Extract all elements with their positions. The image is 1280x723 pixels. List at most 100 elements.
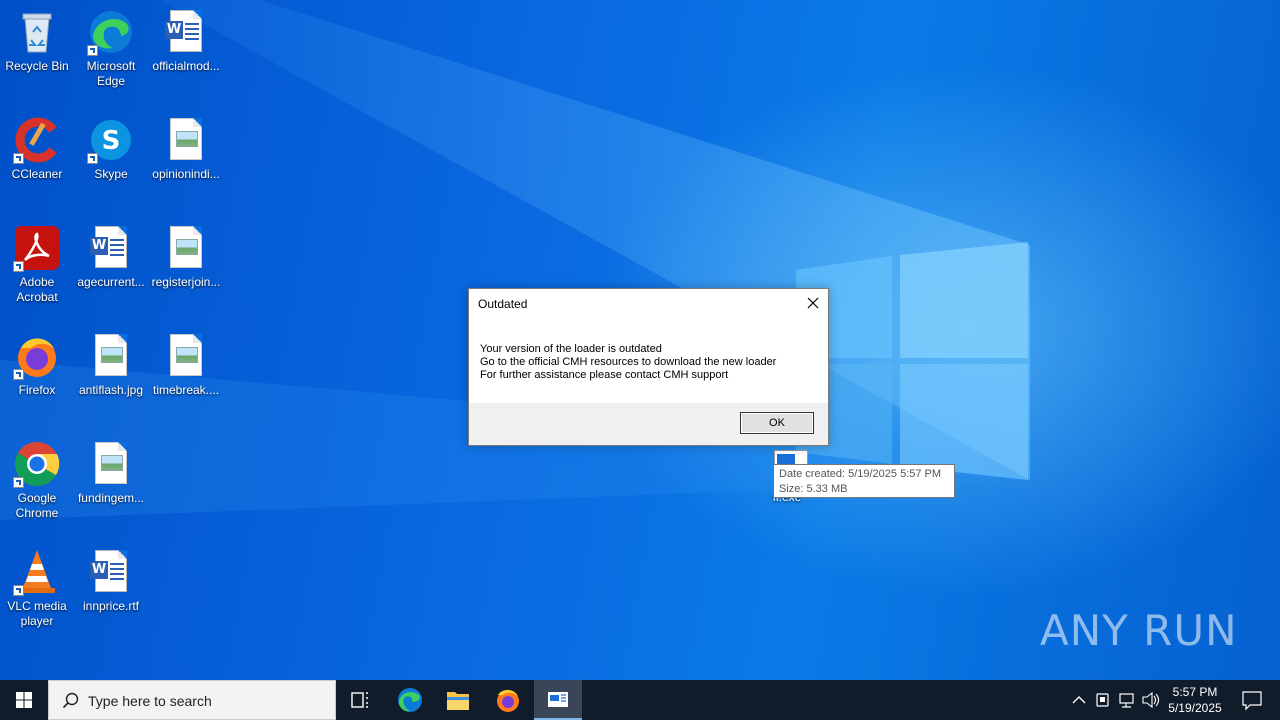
word-document-icon: W — [162, 8, 210, 56]
desktop-icon-label: agecurrent... — [77, 275, 145, 289]
close-button[interactable] — [798, 289, 828, 319]
ccleaner-icon — [13, 116, 61, 164]
shortcut-arrow-icon — [13, 153, 24, 164]
tray-volume-button[interactable] — [1140, 680, 1162, 720]
dialog-footer: OK — [469, 403, 828, 445]
application-window-icon — [548, 692, 568, 707]
desktop-icon-fundingem[interactable]: fundingem... — [74, 440, 148, 506]
shortcut-arrow-icon — [13, 477, 24, 488]
file-tooltip: Date created: 5/19/2025 5:57 PM Size: 5.… — [773, 464, 955, 498]
desktop-icon-label: opinionindi... — [152, 167, 220, 181]
device-icon — [1096, 693, 1109, 707]
desktop-icon-vlc[interactable]: VLC media player — [0, 548, 74, 629]
edge-icon — [398, 688, 422, 712]
desktop-icon-label: Skype — [94, 167, 128, 181]
taskbar-clock[interactable]: 5:57 PM 5/19/2025 — [1160, 684, 1230, 720]
taskbar-search-box[interactable]: Type here to search — [48, 680, 336, 720]
image-file-icon — [162, 116, 210, 164]
desktop-icon-google-chrome[interactable]: Google Chrome — [0, 440, 74, 521]
task-view-button[interactable] — [336, 680, 384, 720]
image-file-icon — [162, 224, 210, 272]
desktop-icon-timebreak[interactable]: timebreak.... — [149, 332, 223, 398]
recycle-bin-icon — [13, 8, 61, 56]
watermark-logo-text: ANY RUN — [1040, 606, 1238, 655]
desktop-icon-antiflash[interactable]: antiflash.jpg — [74, 332, 148, 398]
desktop-icon-label: antiflash.jpg — [78, 383, 144, 397]
shortcut-arrow-icon — [87, 45, 98, 56]
desktop-icon-agecurrent[interactable]: W agecurrent... — [74, 224, 148, 290]
dialog-message-line: Your version of the loader is outdated — [480, 343, 662, 355]
shortcut-arrow-icon — [87, 153, 98, 164]
vlc-cone-icon — [13, 548, 61, 596]
desktop-icon-label: fundingem... — [77, 491, 145, 505]
task-view-icon — [351, 692, 368, 708]
desktop-icon-label: Firefox — [18, 383, 56, 397]
desktop-icon-skype[interactable]: S Skype — [74, 116, 148, 182]
taskbar-edge-button[interactable] — [386, 680, 434, 720]
svg-text:S: S — [102, 126, 121, 156]
tray-device-button[interactable] — [1092, 680, 1114, 720]
desktop-icon-recycle-bin[interactable]: Recycle Bin — [0, 8, 74, 74]
anyrun-watermark: ANY RUN — [1040, 606, 1238, 655]
image-file-icon — [87, 440, 135, 488]
taskbar-active-window-button[interactable] — [534, 680, 582, 720]
ok-button[interactable]: OK — [740, 412, 814, 434]
search-icon — [62, 692, 79, 709]
chevron-up-icon — [1072, 696, 1086, 704]
desktop-icon-microsoft-edge[interactable]: Microsoft Edge — [74, 8, 148, 89]
desktop-icon-label: Microsoft Edge — [86, 59, 136, 88]
clock-date: 5/19/2025 — [1168, 701, 1222, 715]
taskbar: Type here to search 5:57 PM 5/19/2025 — [0, 680, 1280, 720]
volume-icon — [1142, 691, 1160, 709]
clock-time: 5:57 PM — [1172, 685, 1218, 699]
network-icon — [1119, 693, 1134, 708]
desktop-icon-adobe-acrobat[interactable]: Adobe Acrobat — [0, 224, 74, 305]
desktop-icon-opinionindi[interactable]: opinionindi... — [149, 116, 223, 182]
skype-icon: S — [87, 116, 135, 164]
search-placeholder: Type here to search — [88, 693, 212, 709]
firefox-icon — [497, 689, 519, 712]
dialog-message-line: For further assistance please contact CM… — [480, 369, 729, 381]
desktop-icon-label: innprice.rtf — [82, 599, 140, 613]
firefox-icon — [13, 332, 61, 380]
desktop-icon-label: Google Chrome — [15, 491, 59, 520]
shortcut-arrow-icon — [13, 261, 24, 272]
desktop-icon-firefox[interactable]: Firefox — [0, 332, 74, 398]
shortcut-arrow-icon — [13, 369, 24, 380]
image-file-icon — [162, 332, 210, 380]
tray-network-button[interactable] — [1116, 680, 1138, 720]
outdated-dialog: Outdated Your version of the loader is o… — [468, 288, 829, 446]
start-button[interactable] — [0, 680, 48, 720]
desktop-icon-ccleaner[interactable]: CCleaner — [0, 116, 74, 182]
dialog-message: Your version of the loader is outdated G… — [480, 343, 776, 382]
desktop-icon-innprice[interactable]: W innprice.rtf — [74, 548, 148, 614]
desktop-icon-label: officialmod... — [152, 59, 220, 73]
dialog-titlebar[interactable]: Outdated — [469, 289, 828, 319]
desktop-icon-label: VLC media player — [7, 599, 67, 628]
shortcut-arrow-icon — [13, 585, 24, 596]
desktop-icon-registerjoin[interactable]: registerjoin... — [149, 224, 223, 290]
desktop-icon-label: CCleaner — [11, 167, 63, 181]
folder-icon — [447, 692, 469, 710]
adobe-acrobat-icon — [13, 224, 61, 272]
desktop-icon-label: Recycle Bin — [5, 59, 69, 73]
close-icon — [807, 297, 819, 309]
tooltip-size: Size: 5.33 MB — [779, 483, 848, 495]
notification-icon — [1242, 691, 1262, 711]
chrome-icon — [13, 440, 61, 488]
taskbar-firefox-button[interactable] — [484, 680, 532, 720]
windows-logo-wallpaper — [796, 242, 1028, 480]
edge-icon — [87, 8, 135, 56]
image-file-icon — [87, 332, 135, 380]
word-document-icon: W — [87, 548, 135, 596]
show-hidden-icons-button[interactable] — [1068, 680, 1090, 720]
desktop-icon-label: Adobe Acrobat — [16, 275, 58, 304]
desktop-icon-label: registerjoin... — [151, 275, 221, 289]
taskbar-file-explorer-button[interactable] — [434, 680, 482, 720]
word-document-icon: W — [87, 224, 135, 272]
dialog-title: Outdated — [478, 297, 528, 311]
dialog-message-line: Go to the official CMH resources to down… — [480, 356, 777, 368]
tooltip-date-created: Date created: 5/19/2025 5:57 PM — [779, 468, 942, 480]
desktop-icon-officialmod[interactable]: W officialmod... — [149, 8, 223, 74]
action-center-button[interactable] — [1232, 680, 1272, 720]
